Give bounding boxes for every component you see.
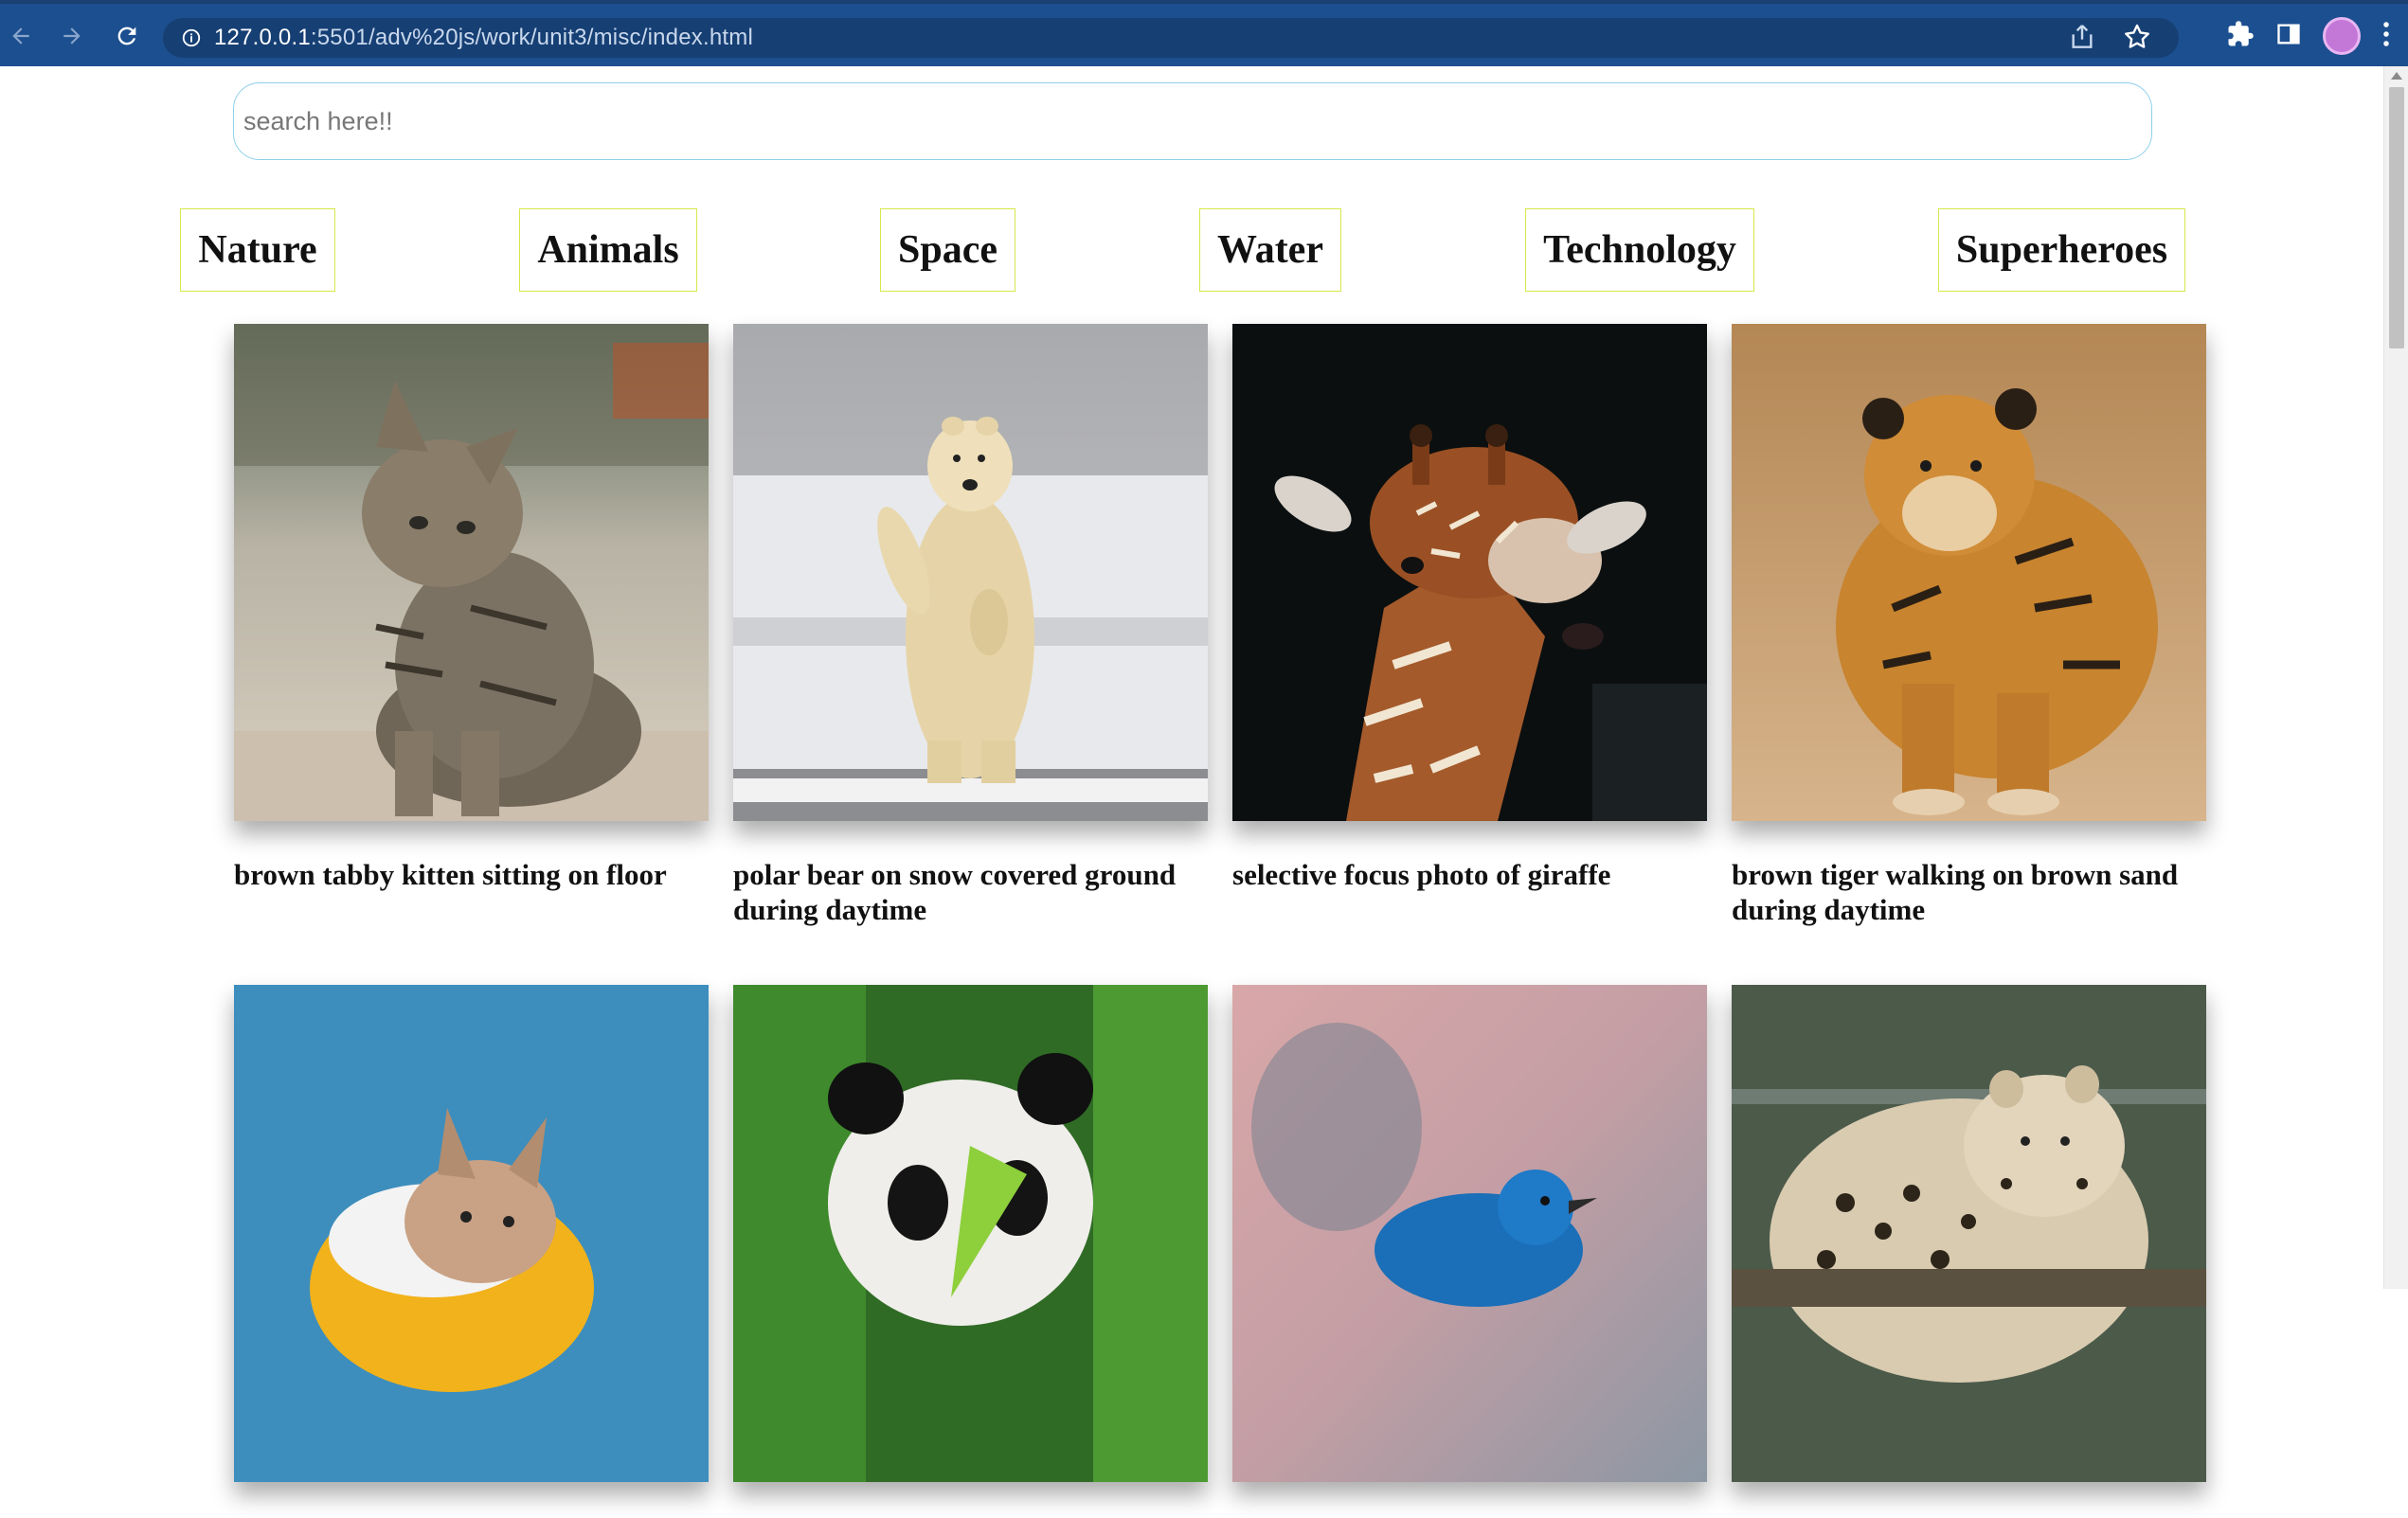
category-button-superheroes[interactable]: Superheroes (1938, 208, 2185, 292)
tiger-image[interactable] (1732, 324, 2206, 821)
search-container (233, 82, 2152, 160)
gallery-card[interactable]: selective focus photo of giraffe (1232, 324, 1707, 892)
gallery-card[interactable]: brown tabby kitten sitting on floor (234, 324, 709, 892)
side-panel-icon[interactable] (2275, 21, 2302, 52)
extensions-icon[interactable] (2226, 20, 2255, 53)
forward-button[interactable] (55, 19, 89, 53)
category-button-space[interactable]: Space (880, 208, 1015, 292)
blue-bird-image[interactable] (1232, 985, 1707, 1482)
scroll-up-arrow-icon[interactable] (2391, 72, 2402, 80)
gallery-card[interactable] (733, 985, 1208, 1518)
search-input[interactable] (233, 82, 2152, 160)
site-info-icon[interactable] (180, 27, 203, 49)
reload-icon (117, 27, 136, 45)
back-icon (12, 27, 29, 45)
bookmark-star-icon[interactable] (2122, 22, 2152, 57)
gallery-card[interactable] (1732, 985, 2206, 1518)
gallery-card[interactable]: brown tiger walking on brown sand during… (1732, 324, 2206, 927)
share-icon[interactable] (2067, 22, 2097, 57)
panda-image[interactable] (733, 985, 1208, 1482)
scroll-thumb[interactable] (2389, 87, 2404, 348)
url-path: :5501/adv%20js/work/unit3/misc/index.htm… (310, 25, 753, 50)
image-caption: selective focus photo of giraffe (1232, 858, 1611, 891)
back-button[interactable] (4, 19, 38, 53)
category-button-technology[interactable]: Technology (1525, 208, 1754, 292)
category-button-water[interactable]: Water (1199, 208, 1341, 292)
gallery-card[interactable]: polar bear on snow covered ground during… (733, 324, 1208, 927)
url-text: 127.0.0.1:5501/adv%20js/work/unit3/misc/… (214, 25, 753, 51)
category-button-animals[interactable]: Animals (519, 208, 697, 292)
image-caption: polar bear on snow covered ground during… (733, 858, 1177, 926)
profile-avatar[interactable] (2323, 17, 2361, 55)
image-caption: brown tiger walking on brown sand during… (1732, 858, 2179, 926)
french-bulldog-image[interactable] (234, 985, 709, 1482)
gallery-card[interactable] (234, 985, 709, 1518)
reload-button[interactable] (110, 19, 144, 53)
polar-bear-image[interactable] (733, 324, 1208, 821)
browser-toolbar: 127.0.0.1:5501/adv%20js/work/unit3/misc/… (0, 0, 2408, 66)
leopard-image[interactable] (1732, 985, 2206, 1482)
page-scrollbar[interactable] (2383, 66, 2408, 1289)
gallery-card[interactable] (1232, 985, 1707, 1518)
address-bar[interactable]: 127.0.0.1:5501/adv%20js/work/unit3/misc/… (163, 18, 2179, 58)
giraffe-image[interactable] (1232, 324, 1707, 821)
image-caption: brown tabby kitten sitting on floor (234, 858, 667, 891)
menu-dots-icon[interactable] (2381, 20, 2391, 53)
kitten-image[interactable] (234, 324, 709, 821)
forward-icon (63, 27, 81, 45)
category-button-nature[interactable]: Nature (180, 208, 335, 292)
url-host: 127.0.0.1 (214, 25, 311, 50)
